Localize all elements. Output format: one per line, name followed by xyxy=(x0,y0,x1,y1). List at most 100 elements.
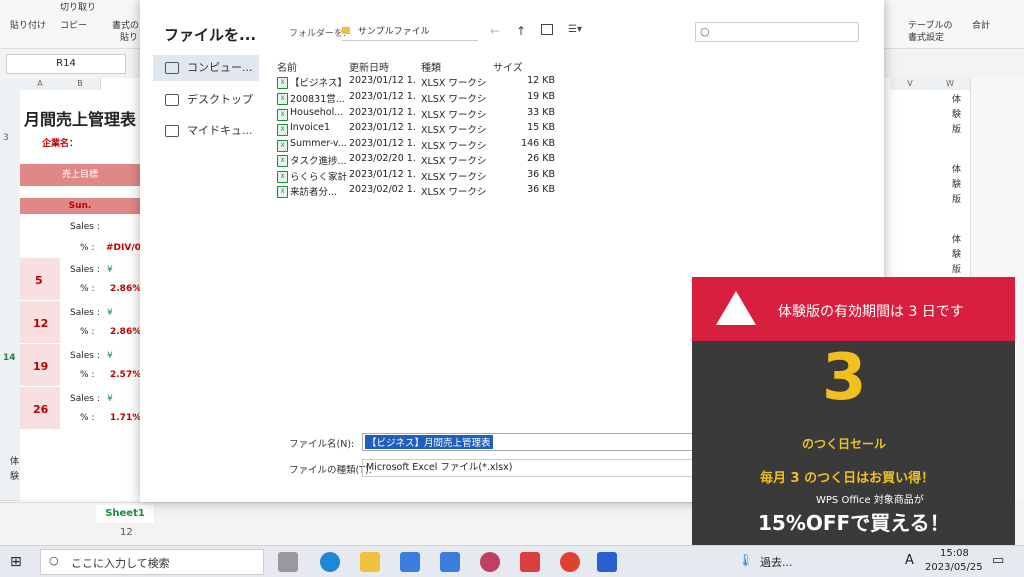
filename-label: ファイル名(N): xyxy=(289,439,355,450)
pct-label-1: % : xyxy=(80,284,95,294)
copy-button[interactable]: コピー xyxy=(60,18,87,31)
filetype-select[interactable]: Microsoft Excel ファイル(*.xlsx) xyxy=(362,459,697,477)
xlsx-file-icon: X xyxy=(277,124,288,136)
file-row[interactable]: X【ビジネス】...2023/01/12 1...XLSX ワークシ...12 … xyxy=(277,75,563,90)
sales-label-1: Sales : xyxy=(70,265,100,275)
pct-5: 2.86% xyxy=(110,284,142,294)
company-label: 企業名： xyxy=(42,139,79,149)
column-name-header[interactable]: 名前 xyxy=(277,59,297,74)
chrome-icon[interactable] xyxy=(560,552,580,572)
day-26: 26 xyxy=(33,403,49,416)
column-header-v[interactable]: V xyxy=(890,78,931,90)
div-error: #DIV/0 xyxy=(106,243,141,253)
paint-icon[interactable] xyxy=(520,552,540,572)
sales-label-4: Sales : xyxy=(70,394,100,404)
mail-icon[interactable] xyxy=(440,552,460,572)
pct-label-2: % : xyxy=(80,327,95,337)
folder-value: サンプルファイル xyxy=(357,27,430,37)
file-row[interactable]: XInvoice12023/01/12 1...XLSX ワークシ...15 K… xyxy=(277,122,563,137)
search-input[interactable]: ○ xyxy=(695,22,859,42)
clock-time[interactable]: 15:08 xyxy=(940,548,969,559)
folder-icon xyxy=(342,27,350,34)
yen-4: ¥ xyxy=(107,394,113,404)
yen-3: ¥ xyxy=(107,351,113,361)
column-type-header[interactable]: 種類 xyxy=(421,59,441,74)
ime-indicator[interactable]: A xyxy=(905,553,914,568)
table-format-label2: 書式設定 xyxy=(908,33,945,43)
file-row[interactable]: XSummer-v...2023/01/12 1...XLSX ワークシ...1… xyxy=(277,138,563,153)
sheet-title: 月間売上管理表 xyxy=(24,110,137,129)
file-row[interactable]: Xらくらく家計...2023/01/12 1...XLSX ワークシ...36 … xyxy=(277,169,563,184)
filename-value: 【ビジネス】月間売上管理表 xyxy=(365,435,493,449)
watermark-2: 験 xyxy=(952,110,962,120)
row-number-3: 3 xyxy=(3,133,9,143)
watermark-3: 版 xyxy=(952,125,962,135)
paste-button[interactable]: 貼り付け xyxy=(10,18,46,31)
trial-warning-banner: 体験版の有効期間は 3 日です xyxy=(692,277,1015,341)
windows-start-icon[interactable]: ⊞ xyxy=(10,554,22,570)
sale-line3: 15%OFFで買える！ xyxy=(758,511,950,535)
new-folder-icon[interactable] xyxy=(541,24,553,35)
dialog-title: ファイルを... xyxy=(164,26,257,44)
file-row[interactable]: X来訪者分...2023/02/02 1...XLSX ワークシ...36 KB xyxy=(277,184,563,199)
corner-cell[interactable] xyxy=(0,78,21,90)
column-modified-header[interactable]: 更新日時 xyxy=(349,59,389,74)
sale-line1: 毎月 3 のつく日はお買い得！ xyxy=(760,471,935,486)
watermark-11: 験 xyxy=(10,472,20,482)
format-painter-label2: 貼り xyxy=(120,33,139,43)
yen-2: ¥ xyxy=(107,308,113,318)
watermark-4: 体 xyxy=(952,165,962,175)
file-row[interactable]: XHousehol...2023/01/12 1...XLSX ワークシ...3… xyxy=(277,107,563,122)
file-row[interactable]: Xタスク進捗...2023/02/20 1...XLSX ワークシ...26 K… xyxy=(277,153,563,168)
column-size-header[interactable]: サイズ xyxy=(493,59,523,74)
up-icon[interactable]: ↑ xyxy=(516,24,526,38)
desktop-icon xyxy=(165,94,179,106)
xlsx-file-icon: X xyxy=(277,140,288,152)
cut-button[interactable]: 切り取り xyxy=(60,0,96,13)
xlsx-file-icon: X xyxy=(277,155,288,167)
wps-writer-icon[interactable] xyxy=(597,552,617,572)
computer-icon xyxy=(165,62,179,74)
app-icon[interactable] xyxy=(480,552,500,572)
back-icon[interactable]: ← xyxy=(490,24,500,38)
weather-icon[interactable]: 🌡 xyxy=(738,553,753,567)
column-header-b[interactable]: B xyxy=(60,78,101,90)
clock-date[interactable]: 2023/05/25 xyxy=(925,562,983,573)
status-zoom: 12 xyxy=(120,527,133,538)
folder-select[interactable]: サンプルファイル xyxy=(342,24,478,41)
watermark-7: 体 xyxy=(952,235,962,245)
filename-input[interactable]: 【ビジネス】月間売上管理表 xyxy=(362,433,694,451)
notification-icon[interactable]: ▭ xyxy=(992,553,1004,568)
sum-button[interactable]: 合計 xyxy=(972,18,990,31)
taskbar-search-box[interactable]: ○ ここに入力して検索 xyxy=(40,549,264,575)
task-view-icon[interactable] xyxy=(278,552,298,572)
sidebar-item-computer[interactable]: コンピュー... xyxy=(153,55,259,81)
edge-icon[interactable] xyxy=(320,552,340,572)
weather-text[interactable]: 過去... xyxy=(760,554,793,570)
xlsx-file-icon: X xyxy=(277,109,288,121)
xlsx-file-icon: X xyxy=(277,93,288,105)
taskbar: ⊞ ○ ここに入力して検索 🌡 過去... A 15:08 2023/05/25… xyxy=(0,545,1024,577)
taskbar-search-placeholder: ここに入力して検索 xyxy=(71,557,170,570)
file-explorer-icon[interactable] xyxy=(360,552,380,572)
pct-19: 2.57% xyxy=(110,370,142,380)
sun-header: Sun. xyxy=(20,198,140,214)
column-header-w[interactable]: W xyxy=(930,78,971,90)
row-header-strip[interactable] xyxy=(0,90,20,501)
day-12: 12 xyxy=(33,317,49,330)
column-header-a[interactable]: A xyxy=(20,78,61,90)
trial-ad-banner[interactable]: 体験版の有効期間は 3 日です 3 のつく日セール 毎月 3 のつく日はお買い得… xyxy=(692,277,1015,547)
sheet-tab[interactable]: Sheet1 xyxy=(96,505,154,523)
name-box[interactable]: R14 xyxy=(6,54,126,74)
file-row[interactable]: X200831営...2023/01/12 1...XLSX ワークシ...19… xyxy=(277,91,563,106)
sidebar-item-documents[interactable]: マイドキュ... xyxy=(153,118,259,144)
xlsx-file-icon: X xyxy=(277,77,288,89)
watermark-6: 版 xyxy=(952,195,962,205)
yen-1: ¥ xyxy=(107,265,113,275)
store-icon[interactable] xyxy=(400,552,420,572)
sidebar-item-desktop[interactable]: デスクトップ xyxy=(153,87,259,113)
view-mode-icon[interactable]: ☰▾ xyxy=(568,24,582,35)
sale-title: のつく日セール xyxy=(802,437,887,451)
pct-label-3: % : xyxy=(80,370,95,380)
search-icon: ○ xyxy=(700,25,710,38)
